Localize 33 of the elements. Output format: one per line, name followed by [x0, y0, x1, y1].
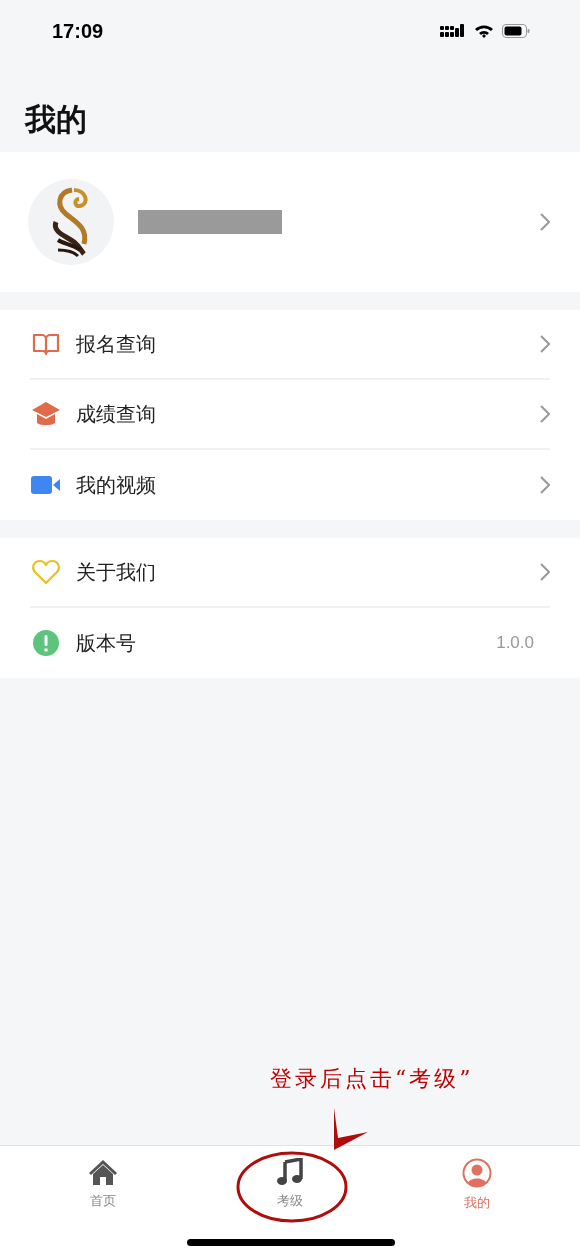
signal-icon [440, 24, 466, 38]
chevron-icon [540, 335, 550, 353]
person-icon [461, 1158, 492, 1188]
graduation-cap-icon [30, 401, 62, 427]
chevron-icon [540, 213, 550, 231]
tab[interactable]: 首页 [10, 1146, 197, 1228]
chevron-icon [540, 476, 550, 494]
annotation-text: 登录后点击“考级” [270, 1065, 474, 1093]
menu-label: 报名查询 [76, 330, 156, 358]
menu-item[interactable]: 成绩查询 [30, 380, 550, 450]
heart-icon [30, 559, 62, 585]
menu-item[interactable]: 关于我们 [30, 538, 550, 608]
book-icon [30, 332, 62, 356]
menu-label: 我的视频 [76, 471, 156, 499]
profile-card[interactable] [0, 152, 580, 292]
wifi-icon [474, 24, 494, 38]
video-camera-icon [30, 476, 62, 494]
version-value: 1.0.0 [496, 633, 534, 653]
menu-label: 成绩查询 [76, 400, 156, 428]
menu-label: 关于我们 [76, 558, 156, 586]
menu-item[interactable]: 报名查询 [30, 310, 550, 380]
status-time: 17:09 [52, 19, 104, 43]
music-note-icon [277, 1158, 303, 1186]
page-title: 我的 [23, 100, 88, 139]
tab[interactable]: 考级 [196, 1146, 384, 1228]
home-icon [88, 1158, 119, 1186]
chevron-icon [540, 563, 550, 581]
menu-label: 版本号 [76, 629, 136, 657]
menu-item[interactable]: 版本号 1.0.0 [30, 608, 550, 678]
battery-icon [502, 24, 530, 38]
exclamation-circle-icon [30, 629, 62, 657]
chevron-icon [540, 405, 550, 423]
menu-item[interactable]: 我的视频 [30, 450, 550, 520]
